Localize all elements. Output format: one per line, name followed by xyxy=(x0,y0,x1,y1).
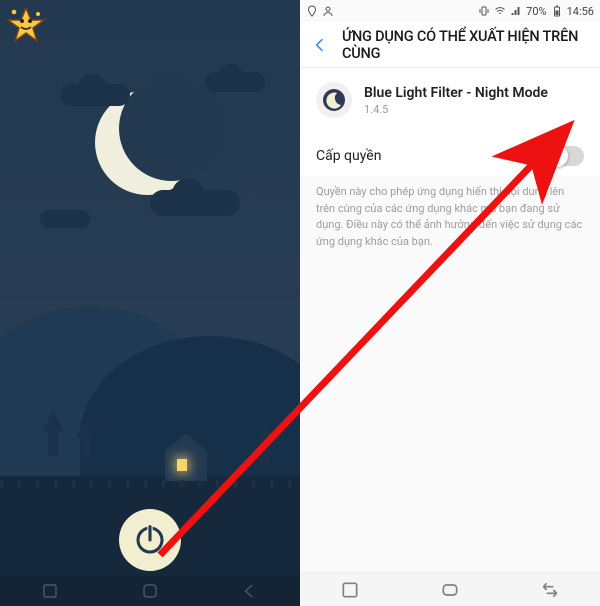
tree-icon xyxy=(48,426,58,456)
settings-display-over-other-apps: 70% 14:56 ỨNG DỤNG CÓ THỂ XUẤT HIỆN TRÊN… xyxy=(300,0,600,606)
vibrate-icon xyxy=(478,5,490,17)
star-badge-icon xyxy=(6,6,46,46)
recents-button[interactable] xyxy=(340,580,360,600)
battery-percent: 70% xyxy=(526,5,546,18)
house-icon xyxy=(165,451,207,481)
recents-button[interactable] xyxy=(41,582,59,600)
android-navbar xyxy=(300,572,600,606)
settings-header: ỨNG DỤNG CÓ THỂ XUẤT HIỆN TRÊN CÙNG xyxy=(300,22,600,68)
tree-icon xyxy=(261,438,270,465)
home-button[interactable] xyxy=(141,582,159,600)
status-bar: 70% 14:56 xyxy=(300,0,600,22)
signal-icon xyxy=(510,5,522,17)
battery-icon xyxy=(551,5,563,17)
permission-row: Cấp quyền xyxy=(300,132,600,176)
tree-icon xyxy=(81,433,90,459)
permission-description: Quyền này cho phép ứng dụng hiển thị nội… xyxy=(300,176,600,258)
back-button[interactable] xyxy=(241,582,259,600)
app-name: Blue Light Filter - Night Mode xyxy=(364,85,548,101)
app-info-row: Blue Light Filter - Night Mode 1.4.5 xyxy=(300,68,600,132)
permission-toggle[interactable] xyxy=(546,146,584,166)
fence-shape xyxy=(0,480,300,488)
cloud-icon xyxy=(205,72,265,92)
home-button[interactable] xyxy=(440,580,460,600)
app-icon xyxy=(316,82,352,118)
app-screen-night-mode xyxy=(0,0,300,606)
clock-time: 14:56 xyxy=(567,5,594,18)
android-navbar xyxy=(0,576,300,606)
app-version: 1.4.5 xyxy=(364,103,548,116)
cloud-icon xyxy=(60,84,130,106)
wifi-icon xyxy=(494,5,506,17)
back-icon[interactable] xyxy=(312,36,328,54)
location-icon xyxy=(306,5,318,17)
back-button[interactable] xyxy=(540,580,560,600)
power-icon xyxy=(134,524,166,556)
page-title: ỨNG DỤNG CÓ THỂ XUẤT HIỆN TRÊN CÙNG xyxy=(342,28,588,62)
person-icon xyxy=(322,5,334,17)
power-button[interactable] xyxy=(119,509,181,571)
cloud-icon xyxy=(40,210,90,228)
cloud-icon xyxy=(150,190,240,216)
permission-label: Cấp quyền xyxy=(316,148,381,164)
